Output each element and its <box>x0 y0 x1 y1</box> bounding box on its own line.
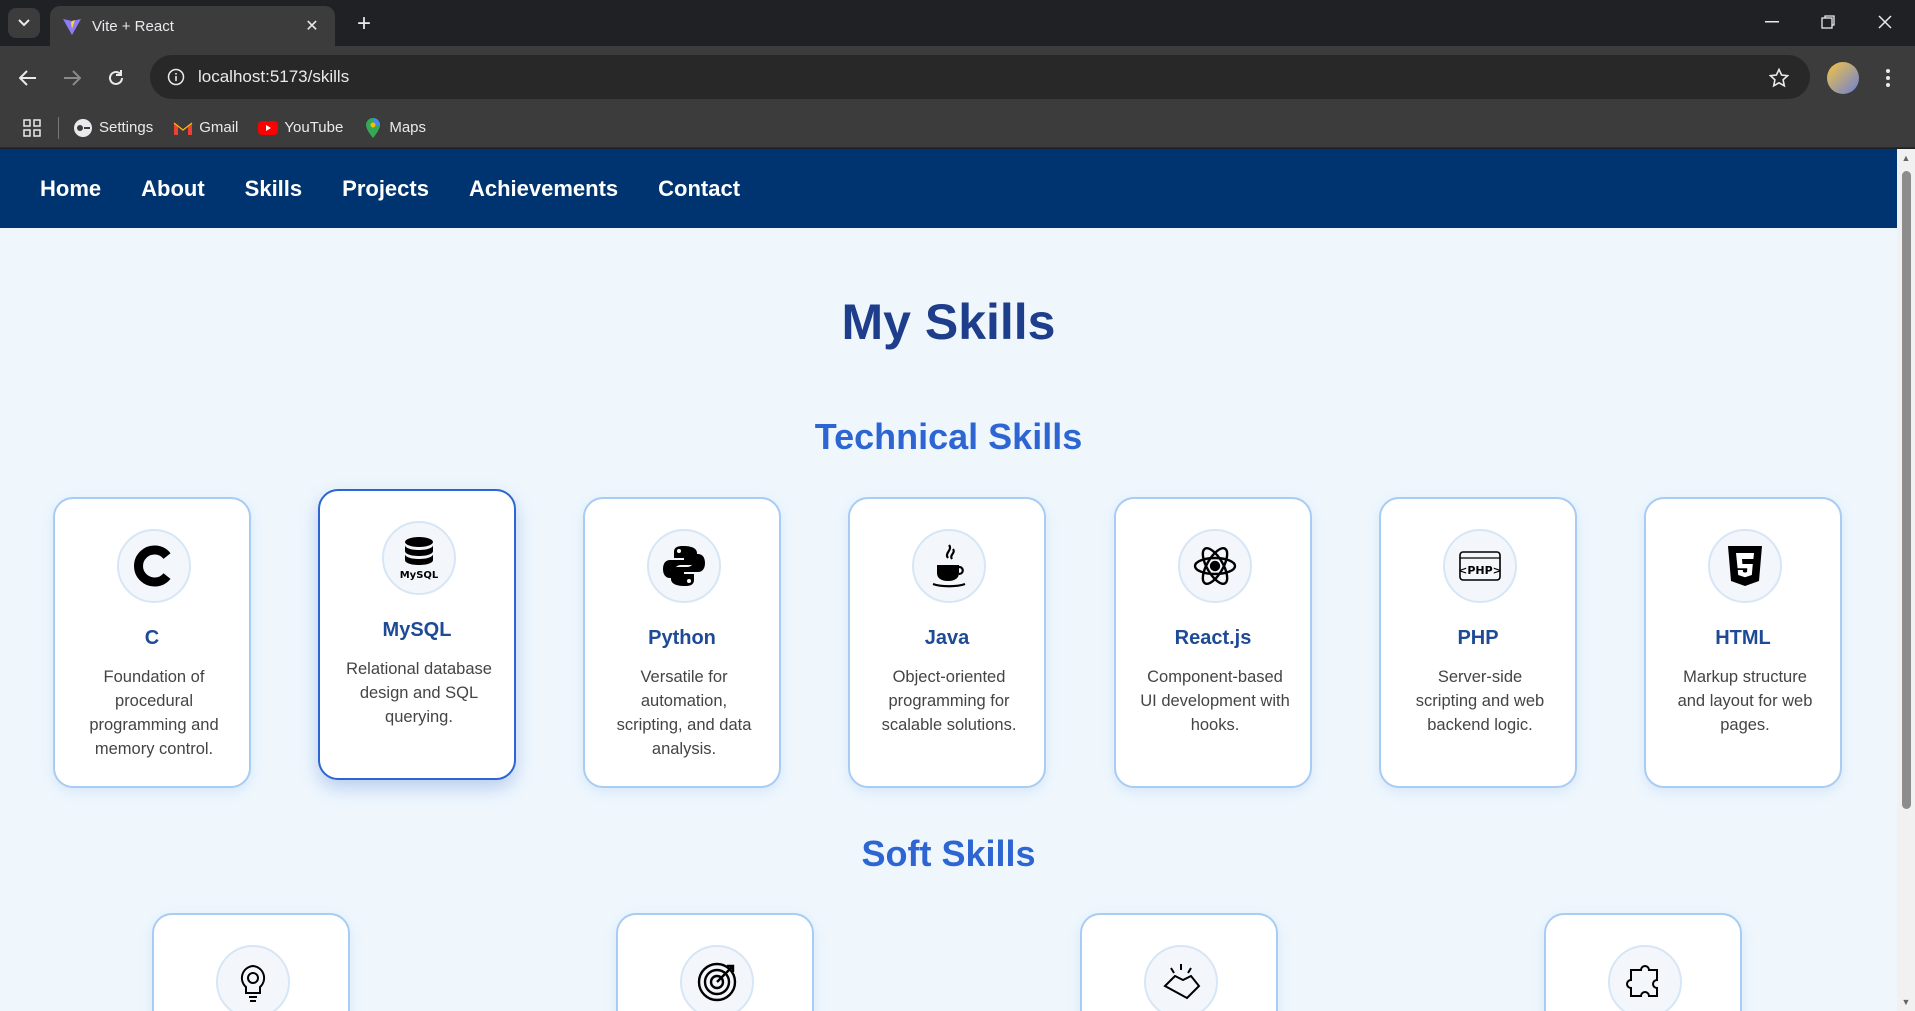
reload-icon <box>109 70 123 85</box>
python-icon <box>647 529 721 603</box>
soft-skills-heading: Soft Skills <box>861 833 1036 874</box>
skill-description: Server-side scripting and web backend lo… <box>1415 668 1545 734</box>
arrow-right-icon <box>64 70 81 86</box>
page-viewport: Home About Skills Projects Achievements … <box>0 149 1897 1011</box>
arrow-left-icon <box>19 70 36 86</box>
browser-menu-button[interactable] <box>1874 62 1902 94</box>
skill-card-python[interactable]: Python Versatile for automation, scripti… <box>583 497 781 788</box>
skill-name: PHP <box>1457 627 1499 649</box>
nav-about[interactable]: About <box>141 176 205 202</box>
vite-logo-icon <box>62 16 82 36</box>
settings-icon <box>73 118 93 138</box>
forward-button[interactable] <box>56 62 88 94</box>
page-title: My Skills <box>841 294 1056 350</box>
reload-button[interactable] <box>100 62 132 94</box>
skill-card-html[interactable]: HTML Markup structure and layout for web… <box>1644 497 1842 788</box>
more-vert-icon <box>1886 69 1890 87</box>
browser-tab[interactable]: Vite + React ✕ <box>50 6 335 46</box>
bookmark-label: Settings <box>99 119 154 136</box>
skill-description: Component-based UI development with hook… <box>1140 668 1290 734</box>
back-button[interactable] <box>12 62 44 94</box>
chevron-down-icon <box>18 19 30 27</box>
youtube-icon <box>258 118 279 138</box>
site-navbar: Home About Skills Projects Achievements … <box>0 149 1897 228</box>
bookmark-star-icon[interactable] <box>1766 65 1792 91</box>
skill-description: Foundation of procedural programming and… <box>89 668 219 758</box>
nav-skills[interactable]: Skills <box>245 176 302 202</box>
html5-icon <box>1708 529 1782 603</box>
gmail-icon <box>173 118 193 138</box>
soft-skill-card[interactable] <box>616 913 814 1011</box>
nav-projects[interactable]: Projects <box>342 176 429 202</box>
bookmark-gmail[interactable]: Gmail <box>173 118 238 138</box>
skill-card-react[interactable]: React.js Component-based UI development … <box>1114 497 1312 788</box>
technical-skills-heading: Technical Skills <box>814 416 1083 457</box>
skill-card-c[interactable]: C Foundation of procedural programming a… <box>53 497 251 788</box>
php-icon: <PHP> <box>1443 529 1517 603</box>
nav-achievements[interactable]: Achievements <box>469 176 618 202</box>
skill-name: HTML <box>1715 627 1771 649</box>
handshake-icon <box>1144 945 1218 1011</box>
restore-button[interactable] <box>1803 4 1853 40</box>
skill-card-java[interactable]: Java Object-oriented programming for sca… <box>848 497 1046 788</box>
skill-card-php[interactable]: <PHP> PHP Server-side scripting and web … <box>1379 497 1577 788</box>
close-icon[interactable]: ✕ <box>301 15 323 37</box>
svg-text:MySQL: MySQL <box>400 570 439 580</box>
bookmark-label: Gmail <box>199 119 239 136</box>
bookmark-settings[interactable]: Settings <box>73 118 153 138</box>
skill-description: Versatile for automation, scripting, and… <box>616 668 752 758</box>
puzzle-icon <box>1608 945 1682 1011</box>
skill-description: Relational database design and SQL query… <box>346 660 492 726</box>
minimize-button[interactable] <box>1747 4 1797 40</box>
skill-name: C <box>144 627 160 649</box>
svg-text:<PHP>: <PHP> <box>1458 564 1502 577</box>
new-tab-button[interactable]: + <box>350 10 378 38</box>
skill-name: Java <box>924 627 970 649</box>
bookmark-label: YouTube <box>284 119 344 136</box>
bookmark-label: Maps <box>389 119 427 136</box>
site-info-icon[interactable] <box>164 65 188 89</box>
bookmarks-divider <box>58 116 59 139</box>
scroll-down-arrow-icon[interactable]: ▼ <box>1901 997 1911 1007</box>
skill-name: Python <box>648 627 716 649</box>
apps-grid-icon[interactable] <box>18 114 46 142</box>
java-cup-icon <box>912 529 986 603</box>
browser-toolbar: localhost:5173/skills <box>0 46 1915 108</box>
close-window-button[interactable] <box>1860 4 1910 40</box>
soft-skill-card[interactable] <box>152 913 350 1011</box>
url-text: localhost:5173/skills <box>198 67 350 86</box>
address-bar[interactable]: localhost:5173/skills <box>150 55 1810 99</box>
nav-contact[interactable]: Contact <box>658 176 740 202</box>
restore-icon <box>1821 15 1835 29</box>
skill-description: Markup structure and layout for web page… <box>1677 668 1813 734</box>
close-icon <box>1878 15 1892 29</box>
tab-strip: Vite + React ✕ + <box>0 0 1915 46</box>
minimize-icon <box>1765 21 1779 23</box>
scroll-up-arrow-icon[interactable]: ▲ <box>1901 153 1911 163</box>
soft-skill-card[interactable] <box>1080 913 1278 1011</box>
skill-description: Object-oriented programming for scalable… <box>881 668 1017 734</box>
profile-avatar[interactable] <box>1827 62 1859 94</box>
mysql-database-icon: MySQL <box>382 521 456 595</box>
react-atom-icon <box>1178 529 1252 603</box>
lightbulb-gear-icon <box>216 945 290 1011</box>
tab-search-button[interactable] <box>8 8 40 38</box>
bookmarks-bar: Settings Gmail YouTube Maps <box>0 108 1915 148</box>
maps-icon <box>363 117 383 138</box>
c-letter-icon <box>117 529 191 603</box>
page-scrollbar[interactable]: ▲ ▼ <box>1897 149 1915 1011</box>
bookmark-youtube[interactable]: YouTube <box>258 118 343 138</box>
soft-skill-card[interactable] <box>1544 913 1742 1011</box>
bookmark-maps[interactable]: Maps <box>363 117 427 138</box>
target-icon <box>680 945 754 1011</box>
skill-card-mysql[interactable]: MySQL MySQL Relational database design a… <box>318 489 516 780</box>
skill-name: MySQL <box>382 619 452 641</box>
scrollbar-thumb[interactable] <box>1902 171 1911 809</box>
tab-title: Vite + React <box>92 17 174 35</box>
skill-name: React.js <box>1174 627 1252 649</box>
nav-home[interactable]: Home <box>40 176 101 202</box>
